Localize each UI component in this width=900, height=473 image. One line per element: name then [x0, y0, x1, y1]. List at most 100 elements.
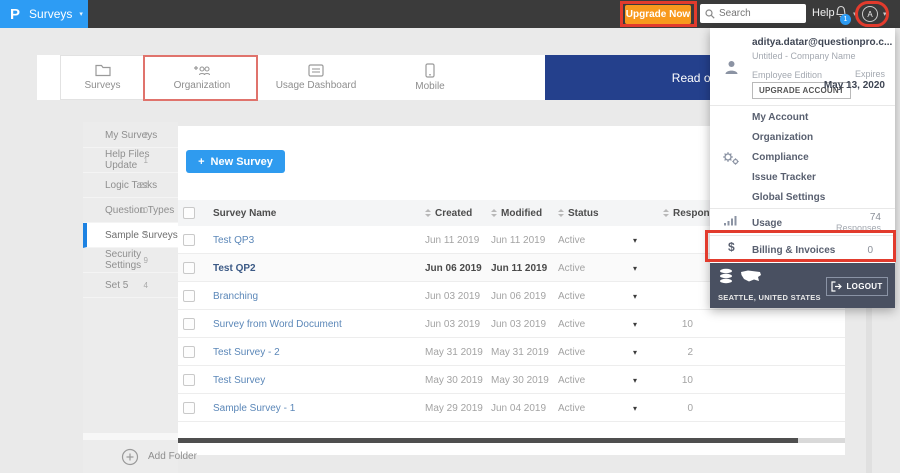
- column-header-modified[interactable]: Modified: [501, 208, 542, 219]
- modified-cell: Jun 11 2019: [491, 234, 546, 246]
- billing-value: 0: [867, 245, 873, 256]
- survey-name-link[interactable]: Test QP3: [213, 226, 254, 254]
- tab-surveys[interactable]: Surveys: [60, 55, 145, 100]
- product-menu-label: Surveys: [29, 7, 73, 21]
- account-menu-footer: SEATTLE, UNITED STATES LOGOUT: [710, 263, 895, 308]
- tab-organization[interactable]: Organization: [145, 55, 259, 100]
- row-checkbox[interactable]: [183, 374, 195, 386]
- status-cell: Active: [558, 402, 586, 414]
- row-checkbox[interactable]: [183, 318, 195, 330]
- select-all-checkbox[interactable]: [183, 207, 195, 219]
- responses-cell: 2: [687, 346, 693, 358]
- person-icon: [725, 61, 738, 74]
- chevron-down-icon: ▾: [883, 11, 887, 18]
- sort-icon[interactable]: [425, 209, 431, 217]
- survey-name-link[interactable]: Sample Survey - 1: [213, 394, 295, 422]
- survey-name-link[interactable]: Test Survey: [213, 366, 265, 394]
- created-cell: May 30 2019: [425, 374, 483, 386]
- row-checkbox[interactable]: [183, 234, 195, 246]
- plus-icon: +: [198, 155, 205, 168]
- sidebar-item-sample-surveys[interactable]: Sample Surveys 7: [83, 223, 178, 248]
- table-row: Sample Survey - 1 May 29 2019 Jun 04 201…: [178, 394, 845, 422]
- account-email: aditya.datar@questionpro.c...: [752, 37, 893, 48]
- upgrade-now-button[interactable]: Upgrade Now: [625, 5, 691, 24]
- sidebar-item-question-types[interactable]: Question Types 10: [83, 198, 178, 223]
- status-caret-icon[interactable]: ▾: [633, 282, 637, 310]
- usage-value: 74: [869, 212, 881, 223]
- menu-divider: [710, 105, 895, 106]
- usage-dashboard-icon: [308, 64, 324, 77]
- new-survey-button[interactable]: + New Survey: [186, 150, 285, 173]
- survey-name-link[interactable]: Test QP2: [213, 254, 256, 282]
- responses-cell: [648, 282, 693, 310]
- tab-mobile[interactable]: Mobile: [373, 55, 487, 100]
- search-icon: [705, 8, 715, 19]
- sidebar-item-security-settings[interactable]: Security Settings 9: [83, 248, 178, 273]
- folder-count: 10: [139, 205, 148, 215]
- usage-unit: Responses: [835, 223, 881, 233]
- us-map-icon: [741, 270, 761, 282]
- scrollbar-thumb[interactable]: [178, 438, 798, 443]
- folder-label: My Surveys: [105, 129, 158, 141]
- created-cell: Jun 11 2019: [425, 234, 480, 246]
- menu-divider: [710, 208, 895, 209]
- modified-cell: May 30 2019: [491, 374, 549, 386]
- tab-usage-dashboard[interactable]: Usage Dashboard: [259, 55, 373, 100]
- status-cell: Active: [558, 262, 586, 274]
- sidebar-item-my-surveys[interactable]: My Surveys 2: [83, 123, 178, 148]
- row-checkbox[interactable]: [183, 346, 195, 358]
- sidebar-item-logic-tasks[interactable]: Logic Tasks 22: [83, 173, 178, 198]
- survey-name-link[interactable]: Survey from Word Document: [213, 310, 342, 338]
- search-box[interactable]: [700, 4, 806, 23]
- chevron-down-icon: ▾: [853, 11, 857, 18]
- column-header-created[interactable]: Created: [435, 208, 472, 219]
- row-checkbox[interactable]: [183, 262, 195, 274]
- survey-name-link[interactable]: Branching: [213, 282, 258, 310]
- modified-cell: Jun 11 2019: [491, 262, 548, 274]
- status-cell: Active: [558, 346, 586, 358]
- sort-icon[interactable]: [558, 209, 564, 217]
- menu-item-usage[interactable]: Usage: [752, 218, 782, 229]
- status-caret-icon[interactable]: ▾: [633, 254, 637, 282]
- row-checkbox[interactable]: [183, 290, 195, 302]
- help-link[interactable]: Help: [812, 7, 835, 19]
- folder-label: Security Settings: [105, 249, 142, 271]
- created-cell: May 29 2019: [425, 402, 483, 414]
- logout-button[interactable]: LOGOUT: [826, 277, 888, 296]
- table-row: Test Survey - 2 May 31 2019 May 31 2019 …: [178, 338, 845, 366]
- sidebar-item-help-files-update[interactable]: Help Files Update 1: [83, 148, 178, 173]
- status-cell: Active: [558, 318, 586, 330]
- avatar[interactable]: A: [862, 6, 878, 22]
- new-survey-label: New Survey: [210, 155, 273, 168]
- gears-icon: [723, 152, 739, 165]
- status-cell: Active: [558, 290, 586, 302]
- menu-item-issue-tracker[interactable]: Issue Tracker: [752, 172, 816, 183]
- datacenter-location: SEATTLE, UNITED STATES: [718, 293, 821, 302]
- sort-icon[interactable]: [663, 209, 669, 217]
- status-caret-icon[interactable]: ▾: [633, 394, 637, 422]
- row-checkbox[interactable]: [183, 402, 195, 414]
- menu-item-global-settings[interactable]: Global Settings: [752, 192, 825, 203]
- product-switcher[interactable]: P Surveys ▾: [0, 0, 88, 28]
- survey-name-link[interactable]: Test Survey - 2: [213, 338, 280, 366]
- status-caret-icon[interactable]: ▾: [633, 338, 637, 366]
- questionpro-dashboard: P Surveys ▾ Upgrade Now Help 1 ▾ A ▾ Sur…: [0, 0, 900, 473]
- search-input[interactable]: [719, 8, 799, 19]
- status-caret-icon[interactable]: ▾: [633, 366, 637, 394]
- created-cell: May 31 2019: [425, 346, 483, 358]
- menu-item-compliance[interactable]: Compliance: [752, 152, 809, 163]
- menu-item-billing-invoices[interactable]: Billing & Invoices: [752, 245, 835, 256]
- add-folder-icon: [121, 448, 139, 465]
- tab-label: Mobile: [415, 81, 445, 92]
- menu-item-organization[interactable]: Organization: [752, 132, 813, 143]
- menu-item-my-account[interactable]: My Account: [752, 112, 808, 123]
- status-caret-icon[interactable]: ▾: [633, 310, 637, 338]
- column-header-survey-name[interactable]: Survey Name: [213, 208, 276, 219]
- sidebar-item-set-5[interactable]: Set 5 4: [83, 273, 178, 298]
- status-caret-icon[interactable]: ▾: [633, 226, 637, 254]
- sort-icon[interactable]: [491, 209, 497, 217]
- account-dropdown-menu: aditya.datar@questionpro.c... Untitled -…: [710, 28, 895, 308]
- add-folder-button[interactable]: Add Folder: [83, 440, 243, 473]
- menu-divider: [710, 235, 895, 236]
- column-header-status[interactable]: Status: [568, 208, 599, 219]
